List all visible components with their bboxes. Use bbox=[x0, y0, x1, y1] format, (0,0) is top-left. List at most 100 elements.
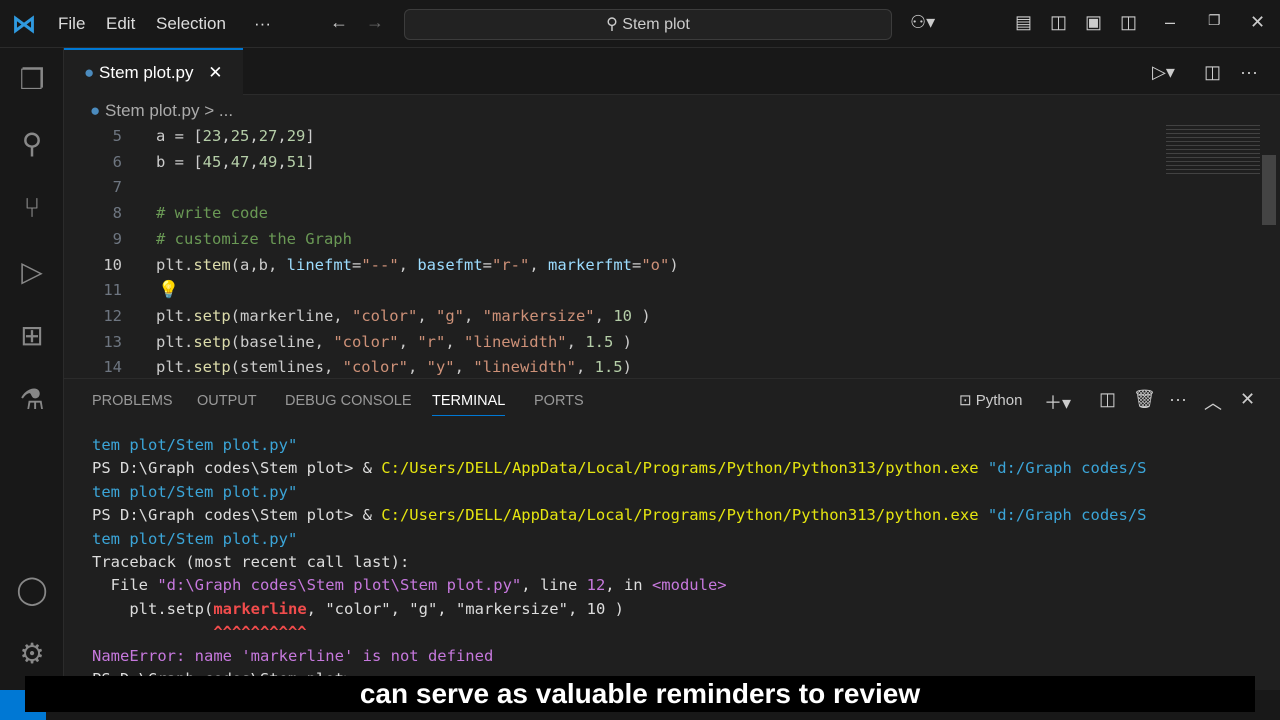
code-token: "r-" bbox=[492, 255, 530, 274]
code-token: , bbox=[566, 332, 586, 351]
code-line[interactable]: plt.setp(markerline, "color", "g", "mark… bbox=[156, 307, 651, 325]
code-line[interactable]: plt.stem(a,b, linefmt="--", basefmt="r-"… bbox=[156, 256, 679, 274]
code-line[interactable]: plt.setp(stemlines, "color", "y", "linew… bbox=[156, 358, 632, 376]
code-token: 1.5 bbox=[594, 358, 623, 377]
toggle-sidebar-icon[interactable]: ◫ bbox=[1050, 12, 1067, 33]
line-number: 12 bbox=[103, 306, 122, 325]
terminal-token: plt.setp( bbox=[92, 599, 214, 618]
tab-problems[interactable]: PROBLEMS bbox=[92, 393, 173, 409]
restore-icon[interactable]: ❐ bbox=[1208, 12, 1221, 29]
code-token: , bbox=[249, 152, 259, 171]
breadcrumb[interactable]: ● Stem plot.py > ... bbox=[90, 101, 233, 121]
code-token: , bbox=[249, 127, 259, 145]
code-line[interactable]: a = [23,25,27,29] bbox=[156, 127, 315, 145]
title-bar: ⋈ File Edit Selection ··· ← → ⚲ Stem plo… bbox=[0, 0, 1280, 48]
editor-scrollbar[interactable] bbox=[1262, 155, 1276, 225]
code-token: b = [ bbox=[156, 152, 203, 171]
tab-output[interactable]: OUTPUT bbox=[197, 393, 257, 409]
split-editor-icon[interactable]: ◫ bbox=[1204, 62, 1221, 83]
terminal-line: ^^^^^^^^^^ bbox=[92, 621, 1147, 644]
code-token: plt. bbox=[156, 332, 194, 351]
terminal-token: tem plot/Stem plot.py" bbox=[92, 482, 298, 501]
code-token: stem bbox=[193, 255, 231, 274]
breadcrumb-file[interactable]: Stem plot.py bbox=[105, 101, 200, 120]
toggle-secondary-sidebar-icon[interactable]: ◫ bbox=[1120, 12, 1137, 33]
code-token: = bbox=[632, 255, 642, 274]
code-token: 51 bbox=[286, 152, 306, 171]
code-line[interactable]: b = [45,47,49,51] bbox=[156, 153, 315, 171]
video-caption: can serve as valuable reminders to revie… bbox=[25, 676, 1255, 712]
extensions-icon[interactable]: ⊞ bbox=[14, 318, 50, 354]
terminal-token: NameError bbox=[92, 646, 176, 665]
back-arrow-icon[interactable]: ← bbox=[330, 12, 348, 33]
close-tab-icon[interactable]: ✕ bbox=[208, 63, 222, 82]
lightbulb-icon[interactable]: 💡 bbox=[158, 280, 179, 300]
terminal-output[interactable]: tem plot/Stem plot.py" PS D:\Graph codes\… bbox=[92, 434, 1147, 691]
code-line[interactable]: plt.setp(baseline, "color", "r", "linewi… bbox=[156, 333, 632, 351]
code-editor[interactable]: 5a = [23,25,27,29] 6 b = [45,47,49,51] 7 8 # … bbox=[64, 125, 1280, 378]
code-token: , bbox=[398, 255, 418, 274]
testing-icon[interactable]: ⚗ bbox=[14, 382, 50, 418]
tab-terminal[interactable]: TERMINAL bbox=[432, 393, 506, 416]
menu-selection[interactable]: Selection bbox=[156, 14, 226, 34]
close-window-icon[interactable]: ✕ bbox=[1250, 12, 1265, 33]
account-icon[interactable]: ◯ bbox=[14, 572, 50, 608]
toggle-panel-icon[interactable]: ▣ bbox=[1085, 12, 1102, 33]
terminal-token: ^^^^^^^^^^ bbox=[92, 623, 307, 642]
run-debug-icon[interactable]: ▷ bbox=[14, 254, 50, 290]
search-icon[interactable]: ⚲ bbox=[14, 126, 50, 162]
tab-ports[interactable]: PORTS bbox=[534, 393, 584, 409]
menu-edit[interactable]: Edit bbox=[106, 14, 135, 34]
split-terminal-icon[interactable]: ◫ bbox=[1099, 389, 1116, 410]
code-token: # write code bbox=[156, 204, 268, 223]
code-token: , bbox=[594, 306, 614, 325]
terminal-line: NameError: name 'markerline' is not defi… bbox=[92, 645, 1147, 668]
forward-arrow-icon[interactable]: → bbox=[366, 12, 384, 33]
shell-label: Python bbox=[975, 392, 1023, 409]
line-number: 13 bbox=[103, 332, 122, 351]
minimize-icon[interactable]: – bbox=[1165, 12, 1175, 33]
code-token: "linewidth" bbox=[463, 332, 567, 351]
menu-file[interactable]: File bbox=[58, 14, 85, 34]
code-token: , bbox=[445, 332, 464, 351]
maximize-panel-icon[interactable]: ︿ bbox=[1204, 389, 1222, 415]
copilot-icon[interactable]: ⚇▾ bbox=[910, 12, 935, 33]
code-token: , bbox=[398, 332, 418, 351]
code-token: 45 bbox=[202, 152, 222, 171]
code-token: linefmt bbox=[286, 255, 352, 274]
kill-terminal-icon[interactable]: 🗑 bbox=[1133, 389, 1156, 410]
code-token: "linewidth" bbox=[473, 358, 576, 377]
more-actions-icon[interactable]: ··· bbox=[1240, 62, 1258, 83]
run-python-icon[interactable]: ▷▾ bbox=[1152, 62, 1175, 83]
code-token: plt. bbox=[156, 306, 194, 325]
settings-gear-icon[interactable]: ⚙ bbox=[14, 636, 50, 672]
explorer-icon[interactable]: ❐ bbox=[14, 62, 50, 98]
terminal-shell-selector[interactable]: ⊡ Python bbox=[959, 391, 1022, 409]
new-terminal-icon[interactable]: ＋▾ bbox=[1044, 389, 1071, 415]
search-icon: ⚲ bbox=[606, 16, 623, 33]
code-line[interactable]: # customize the Graph bbox=[156, 230, 352, 248]
code-token: setp bbox=[193, 306, 231, 325]
tab-debug-console[interactable]: DEBUG CONSOLE bbox=[285, 393, 412, 409]
terminal-token: , "color", "g", "markersize", 10 ) bbox=[306, 599, 624, 618]
code-token: , bbox=[221, 152, 231, 171]
source-control-icon[interactable]: ⑂ bbox=[14, 190, 50, 226]
more-actions-icon[interactable]: ··· bbox=[1169, 389, 1187, 410]
code-token: , bbox=[463, 306, 483, 325]
code-token: 10 bbox=[613, 306, 632, 325]
minimap[interactable] bbox=[1166, 125, 1260, 175]
line-number: 7 bbox=[112, 178, 122, 197]
code-token: (baseline, bbox=[230, 332, 334, 351]
line-number: 11 bbox=[103, 281, 122, 300]
breadcrumb-rest[interactable]: > ... bbox=[204, 101, 233, 120]
command-search[interactable]: ⚲ Stem plot bbox=[404, 9, 892, 40]
code-token: = bbox=[351, 255, 362, 274]
close-panel-icon[interactable]: ✕ bbox=[1240, 389, 1255, 410]
code-token: = bbox=[482, 255, 492, 274]
customize-layout-icon[interactable]: ▤ bbox=[1015, 12, 1032, 33]
menu-more[interactable]: ··· bbox=[254, 14, 271, 34]
code-token: 49 bbox=[258, 152, 278, 171]
code-line[interactable]: # write code bbox=[156, 204, 268, 222]
tab-stem-plot[interactable]: ● Stem plot.py ✕ bbox=[64, 48, 243, 95]
python-file-icon: ● bbox=[90, 101, 101, 120]
